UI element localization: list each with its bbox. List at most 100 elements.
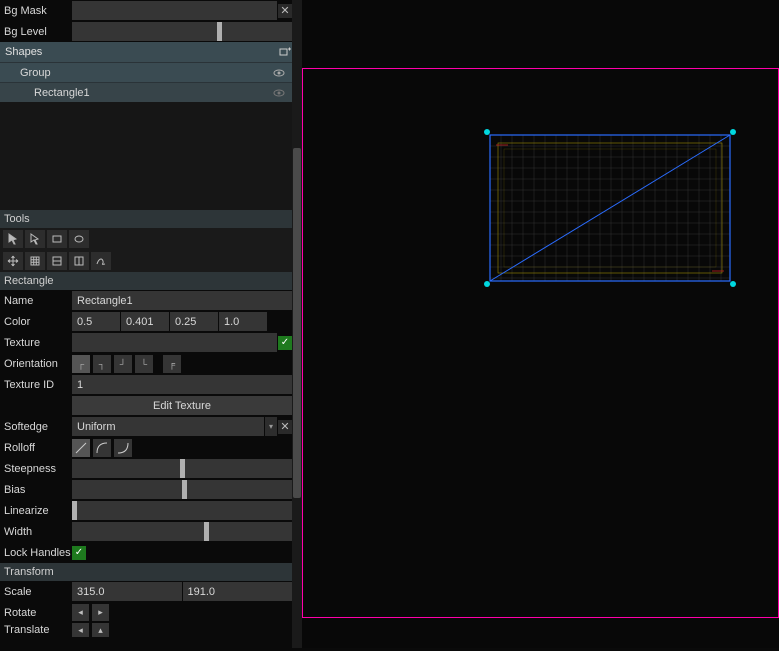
color-g-field[interactable]: 0.401 (121, 312, 169, 331)
lock-handles-row: Lock Handles ✓ (0, 542, 292, 563)
texture-check-icon[interactable]: ✓ (278, 336, 292, 350)
orient-5-icon[interactable]: ╒ (163, 355, 181, 373)
split-h-tool-icon[interactable] (47, 252, 67, 270)
lock-handles-label: Lock Handles (0, 547, 72, 559)
freehand-tool-icon[interactable] (91, 252, 111, 270)
orient-1-icon[interactable]: ┌ (72, 355, 90, 373)
orient-2-icon[interactable]: ┐ (93, 355, 111, 373)
texture-id-row: Texture ID 1 (0, 374, 292, 395)
visibility-icon[interactable] (272, 66, 286, 80)
viewport[interactable] (302, 0, 779, 648)
properties-panel: Bg Mask ✕ Bg Level Shapes Group Rectang (0, 0, 292, 648)
color-row: Color 0.5 0.401 0.25 1.0 (0, 311, 292, 332)
texture-label: Texture (0, 337, 72, 349)
bg-level-row: Bg Level (0, 21, 292, 42)
color-r-field[interactable]: 0.5 (72, 312, 120, 331)
select-tool-icon[interactable] (3, 230, 23, 248)
grid-tool-icon[interactable] (25, 252, 45, 270)
color-a-field[interactable]: 1.0 (219, 312, 267, 331)
ellipse-tool-icon[interactable] (69, 230, 89, 248)
linearize-row: Linearize (0, 500, 292, 521)
bias-slider[interactable] (72, 480, 292, 499)
lock-handles-check-icon[interactable]: ✓ (72, 546, 86, 560)
texture-field[interactable] (72, 333, 277, 352)
rotate-row: Rotate ◂ ▸ (0, 602, 292, 623)
softedge-label: Softedge (0, 421, 72, 433)
tree-rectangle-label: Rectangle1 (34, 87, 90, 99)
scale-row: Scale 315.0 191.0 (0, 581, 292, 602)
tree-rectangle[interactable]: Rectangle1 (0, 82, 292, 102)
steepness-slider[interactable] (72, 459, 292, 478)
shapes-header: Shapes (0, 42, 292, 62)
steepness-label: Steepness (0, 463, 72, 475)
rolloff-linear-icon[interactable] (72, 439, 90, 457)
visibility-icon[interactable] (272, 86, 286, 100)
tree-group-label: Group (20, 67, 51, 79)
texture-id-label: Texture ID (0, 379, 72, 391)
translate-left-icon[interactable]: ◂ (72, 623, 89, 637)
shape-tree: Group Rectangle1 (0, 62, 292, 210)
shapes-label: Shapes (5, 46, 42, 58)
transform-label: Transform (4, 566, 54, 578)
rotate-label: Rotate (0, 607, 72, 619)
name-field[interactable]: Rectangle1 (72, 291, 292, 310)
orient-3-icon[interactable]: ┘ (114, 355, 132, 373)
tools-row-2 (0, 250, 292, 272)
width-row: Width (0, 521, 292, 542)
texture-row: Texture ✓ (0, 332, 292, 353)
rotate-right-icon[interactable]: ▸ (92, 604, 109, 621)
split-v-tool-icon[interactable] (69, 252, 89, 270)
rolloff-smooth-icon[interactable] (93, 439, 111, 457)
bg-mask-field[interactable] (72, 1, 277, 20)
transform-header: Transform (0, 563, 292, 581)
name-row: Name Rectangle1 (0, 290, 292, 311)
orient-4-icon[interactable]: └ (135, 355, 153, 373)
orientation-row: Orientation ┌ ┐ ┘ └ ╒ (0, 353, 292, 374)
color-swatch[interactable] (268, 312, 282, 331)
move-tool-icon[interactable] (3, 252, 23, 270)
tools-row-1 (0, 228, 292, 250)
rectangle-section-label: Rectangle (4, 275, 54, 287)
add-shape-icon[interactable] (278, 45, 292, 59)
scale-label: Scale (0, 586, 72, 598)
edit-texture-button[interactable]: Edit Texture (72, 396, 292, 415)
scale-y-field[interactable]: 191.0 (183, 582, 293, 601)
rotate-left-icon[interactable]: ◂ (72, 604, 89, 621)
panel-scrollbar[interactable] (292, 0, 302, 648)
tree-empty-area[interactable] (0, 102, 292, 210)
tree-group[interactable]: Group (0, 62, 292, 82)
rolloff-ease-icon[interactable] (114, 439, 132, 457)
edit-texture-row: Edit Texture (0, 395, 292, 416)
rectangle-tool-icon[interactable] (47, 230, 67, 248)
rectangle-section-header: Rectangle (0, 272, 292, 290)
scrollbar-thumb[interactable] (293, 148, 301, 498)
softedge-row: Softedge Uniform ▾ ✕ (0, 416, 292, 437)
softedge-dropdown[interactable]: Uniform (72, 417, 264, 436)
viewport-canvas (302, 0, 779, 648)
bg-mask-row: Bg Mask ✕ (0, 0, 292, 21)
linearize-label: Linearize (0, 505, 72, 517)
texture-id-field[interactable]: 1 (72, 375, 292, 394)
translate-up-icon[interactable]: ▴ (92, 623, 109, 637)
bias-row: Bias (0, 479, 292, 500)
color-label: Color (0, 316, 72, 328)
bg-mask-clear-icon[interactable]: ✕ (278, 4, 292, 18)
steepness-row: Steepness (0, 458, 292, 479)
tools-label: Tools (4, 213, 30, 225)
tools-header: Tools (0, 210, 292, 228)
bias-label: Bias (0, 484, 72, 496)
direct-select-tool-icon[interactable] (25, 230, 45, 248)
orientation-label: Orientation (0, 358, 72, 370)
color-b-field[interactable]: 0.25 (170, 312, 218, 331)
linearize-slider[interactable] (72, 501, 292, 520)
bg-mask-label: Bg Mask (0, 5, 72, 17)
rolloff-label: Rolloff (0, 442, 72, 454)
chevron-down-icon[interactable]: ▾ (265, 417, 277, 436)
width-slider[interactable] (72, 522, 292, 541)
bg-level-slider[interactable] (72, 22, 292, 41)
softedge-clear-icon[interactable]: ✕ (278, 420, 292, 434)
width-label: Width (0, 526, 72, 538)
translate-label: Translate (0, 624, 72, 636)
scale-x-field[interactable]: 315.0 (72, 582, 182, 601)
bg-level-label: Bg Level (0, 26, 72, 38)
